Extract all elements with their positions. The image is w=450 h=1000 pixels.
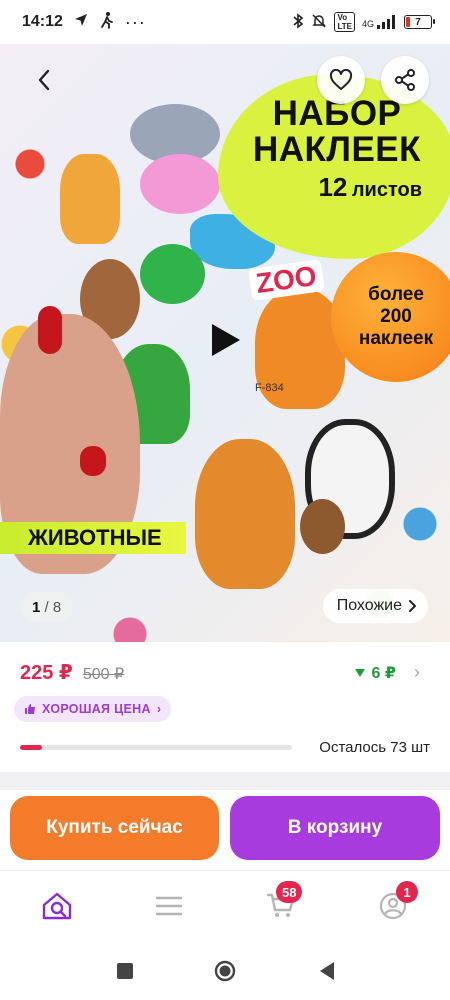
home-button[interactable] bbox=[214, 960, 236, 982]
cart-count-badge: 58 bbox=[276, 881, 303, 903]
chevron-right-icon: › bbox=[156, 702, 162, 716]
sticker-count-badge: более 200 наклеек bbox=[331, 252, 450, 382]
section-divider bbox=[0, 772, 450, 790]
location-arrow-icon bbox=[73, 12, 89, 33]
heart-icon bbox=[329, 69, 353, 90]
sticker-decoration bbox=[195, 439, 295, 589]
add-to-cart-button[interactable]: В корзину bbox=[230, 796, 440, 860]
play-icon[interactable] bbox=[212, 324, 240, 356]
current-price: 225 ₽ bbox=[20, 662, 73, 684]
home-search-icon bbox=[42, 892, 72, 920]
stock-progress-bar bbox=[20, 745, 292, 750]
action-bar: Купить сейчас В корзину bbox=[0, 790, 450, 870]
square-icon bbox=[117, 963, 133, 979]
walking-icon bbox=[99, 11, 115, 34]
similar-products-button[interactable]: Похожие bbox=[322, 589, 428, 623]
good-price-badge[interactable]: ХОРОШАЯ ЦЕНА › bbox=[14, 696, 172, 722]
menu-icon bbox=[156, 896, 182, 916]
status-bar: 14:12 ··· Vo LTE 4G 7 bbox=[0, 0, 450, 44]
old-price: 500 ₽ bbox=[82, 666, 125, 683]
sticker-code: F-834 bbox=[255, 382, 284, 394]
sticker-decoration bbox=[140, 154, 220, 214]
chevron-right-icon bbox=[409, 600, 416, 612]
triangle-back-icon bbox=[320, 962, 334, 980]
sticker-decoration bbox=[300, 499, 345, 554]
bottom-navigation: 58 1 bbox=[0, 870, 450, 944]
sticker-decoration bbox=[80, 446, 106, 476]
sticker-decoration bbox=[140, 244, 205, 304]
share-button[interactable] bbox=[381, 56, 429, 104]
promo-title: НАБОР НАКЛЕЕК bbox=[252, 94, 422, 169]
sticker-decoration bbox=[60, 154, 120, 244]
cashback-info[interactable]: 6 ₽ › bbox=[354, 662, 420, 683]
chevron-left-icon bbox=[38, 69, 50, 91]
battery-icon: 7 bbox=[404, 15, 435, 29]
down-triangle-icon bbox=[354, 668, 365, 677]
mute-bell-icon bbox=[311, 13, 327, 32]
price-section: 225 ₽ 500 ₽ 6 ₽ › ХОРОШАЯ ЦЕНА › Осталос… bbox=[0, 642, 450, 772]
status-time: 14:12 bbox=[22, 13, 63, 30]
nav-profile[interactable]: 1 bbox=[376, 881, 418, 923]
nav-catalog[interactable] bbox=[152, 889, 186, 923]
product-image-gallery[interactable]: ZOO F-834 НАБОР НАКЛЕЕК 12 листов более … bbox=[0, 44, 450, 642]
share-icon bbox=[395, 69, 415, 91]
nav-cart[interactable]: 58 bbox=[264, 881, 303, 923]
volte-icon: Vo LTE bbox=[334, 12, 355, 32]
favorite-button[interactable] bbox=[317, 56, 365, 104]
stock-remaining: Осталось 73 шт bbox=[319, 739, 430, 756]
circle-icon bbox=[214, 960, 236, 982]
recent-apps-button[interactable] bbox=[114, 960, 136, 982]
signal-icon: 4G bbox=[362, 15, 397, 29]
animals-banner: ЖИВОТНЫЕ bbox=[0, 522, 186, 554]
sticker-decoration bbox=[38, 306, 62, 354]
stock-progress-fill bbox=[20, 745, 42, 750]
promo-subtitle: 12 листов bbox=[318, 172, 422, 202]
thumbs-up-icon bbox=[25, 704, 35, 714]
back-button[interactable] bbox=[20, 56, 68, 104]
profile-notification-badge: 1 bbox=[396, 881, 418, 903]
buy-now-button[interactable]: Купить сейчас bbox=[10, 796, 219, 860]
more-dots-icon: ··· bbox=[124, 11, 146, 32]
system-navigation bbox=[0, 944, 450, 1000]
nav-home-search[interactable] bbox=[40, 889, 74, 923]
image-counter: 1 / 8 bbox=[20, 592, 74, 622]
back-nav-button[interactable] bbox=[316, 960, 338, 982]
bluetooth-icon bbox=[292, 12, 304, 32]
chevron-right-icon: › bbox=[414, 662, 420, 682]
